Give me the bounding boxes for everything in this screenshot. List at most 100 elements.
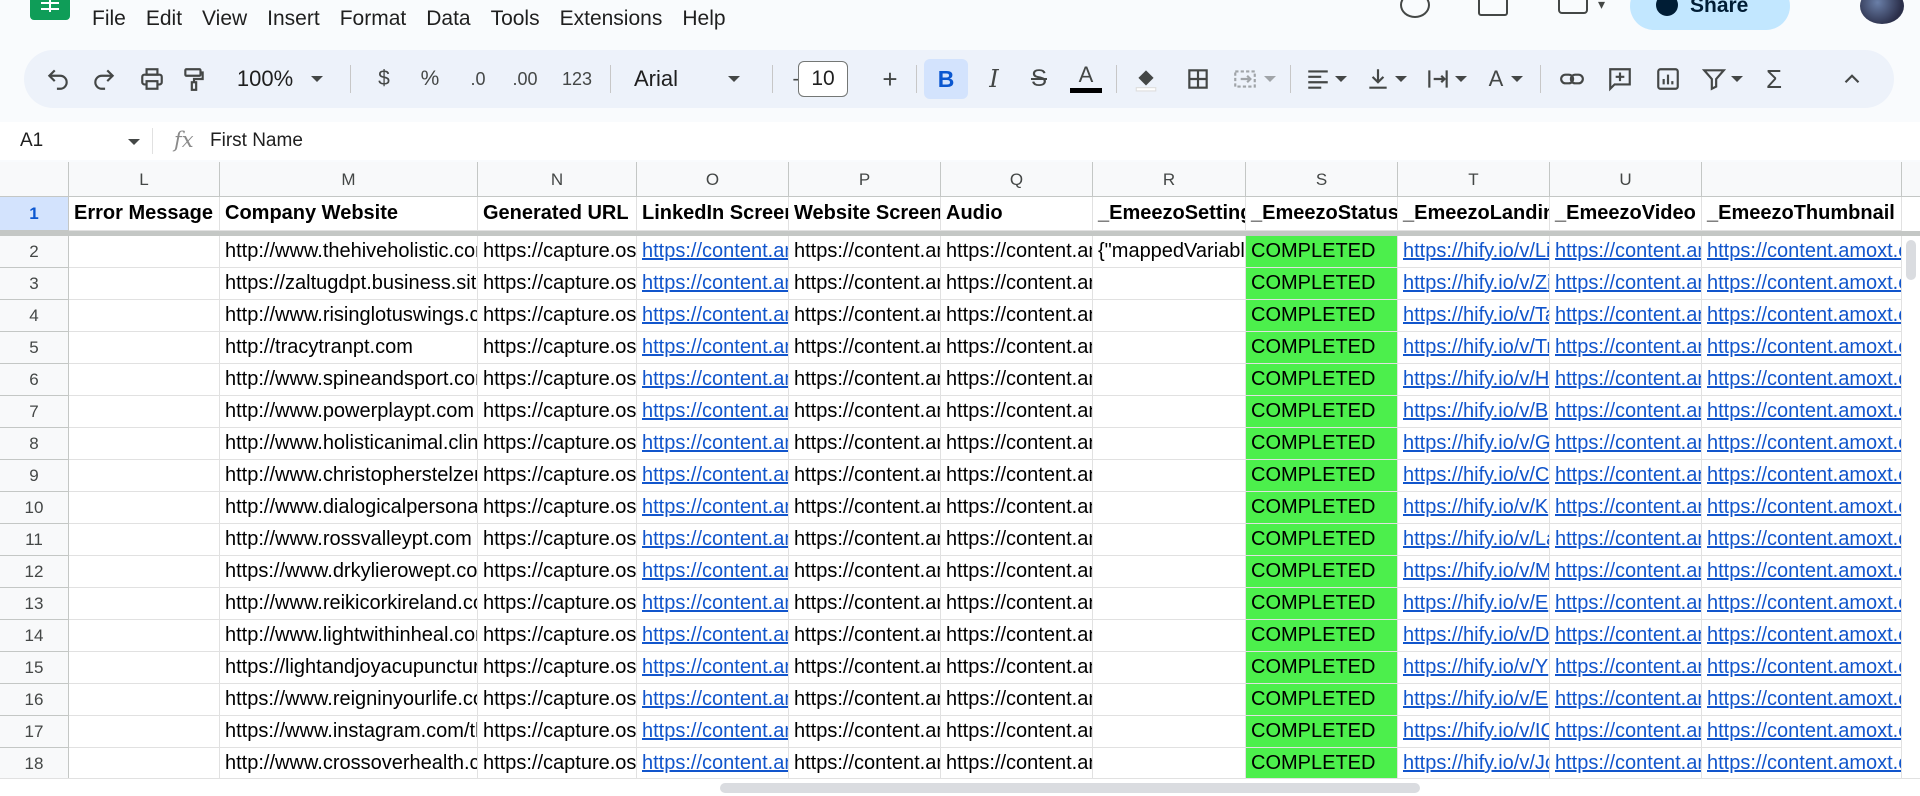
cell-website-shot[interactable]: https://content.an: [789, 748, 941, 780]
italic-icon[interactable]: I: [974, 50, 1014, 108]
cell-settings[interactable]: [1093, 620, 1246, 652]
cell-error-message[interactable]: [69, 364, 220, 396]
cell-thumbnail[interactable]: https://content.amoxt.com: [1702, 492, 1902, 524]
spreadsheet-grid[interactable]: L M N O P Q R S T U 1 2 3 4 5 6 7 8 9 10 11 12 13 14 15 16 17 18 Err…: [0, 162, 1920, 796]
cell-generated[interactable]: https://capture.os: [478, 268, 637, 300]
cell-landing[interactable]: https://hify.io/v/La: [1398, 524, 1550, 556]
column-header-r[interactable]: R: [1093, 162, 1246, 197]
font-size-input[interactable]: 10: [798, 61, 848, 97]
cell-audio[interactable]: https://content.an: [941, 524, 1093, 556]
increase-decimal-button[interactable]: .00: [502, 50, 548, 108]
cell-status[interactable]: COMPLETED: [1246, 652, 1398, 684]
cell-status[interactable]: COMPLETED: [1246, 588, 1398, 620]
cell-linkedin[interactable]: https://content.an: [637, 492, 789, 524]
cell-settings[interactable]: [1093, 396, 1246, 428]
cell-video[interactable]: https://content.an: [1550, 332, 1702, 364]
cell-error-message[interactable]: [69, 428, 220, 460]
cell-error-message[interactable]: [69, 652, 220, 684]
cell-video[interactable]: https://content.an: [1550, 236, 1702, 268]
header-cell[interactable]: _EmeezoVideo: [1550, 197, 1702, 231]
cell-generated[interactable]: https://capture.os: [478, 620, 637, 652]
cell-thumbnail[interactable]: https://content.amoxt.com: [1702, 588, 1902, 620]
insert-comment-icon[interactable]: [1598, 50, 1642, 108]
cell-video[interactable]: https://content.an: [1550, 716, 1702, 748]
cell-thumbnail[interactable]: https://content.amoxt.com: [1702, 684, 1902, 716]
cell-website-shot[interactable]: https://content.an: [789, 620, 941, 652]
horizontal-scrollbar[interactable]: [720, 783, 1420, 793]
row-header-18[interactable]: 18: [0, 748, 69, 780]
cell-video[interactable]: https://content.an: [1550, 460, 1702, 492]
vertical-align-icon[interactable]: [1358, 50, 1414, 108]
cell-thumbnail[interactable]: https://content.amoxt.com: [1702, 716, 1902, 748]
cell-website[interactable]: https://zaltugdpt.business.site: [220, 268, 478, 300]
column-header-m[interactable]: M: [220, 162, 478, 197]
row-header-14[interactable]: 14: [0, 620, 69, 652]
cell-audio[interactable]: https://content.an: [941, 684, 1093, 716]
cell-website-shot[interactable]: https://content.an: [789, 364, 941, 396]
cell-website-shot[interactable]: https://content.an: [789, 268, 941, 300]
menu-help[interactable]: Help: [682, 6, 735, 32]
cell-landing[interactable]: https://hify.io/v/C: [1398, 460, 1550, 492]
collapse-menus-icon[interactable]: [1832, 50, 1872, 108]
text-wrapping-icon[interactable]: [1418, 50, 1474, 108]
row-header-1[interactable]: 1: [0, 197, 69, 231]
cell-status[interactable]: COMPLETED: [1246, 684, 1398, 716]
cell-audio[interactable]: https://content.an: [941, 652, 1093, 684]
more-formats-button[interactable]: 123: [552, 50, 602, 108]
cell-linkedin[interactable]: https://content.an: [637, 364, 789, 396]
cell-audio[interactable]: https://content.an: [941, 716, 1093, 748]
menu-file[interactable]: File: [92, 6, 136, 32]
cell-status[interactable]: COMPLETED: [1246, 236, 1398, 268]
cell-thumbnail[interactable]: https://content.amoxt.com: [1702, 268, 1902, 300]
cell-thumbnail[interactable]: https://content.amoxt.com: [1702, 524, 1902, 556]
row-header-8[interactable]: 8: [0, 428, 69, 460]
cell-settings[interactable]: [1093, 300, 1246, 332]
column-header-p[interactable]: P: [789, 162, 941, 197]
cell-error-message[interactable]: [69, 332, 220, 364]
menu-view[interactable]: View: [202, 6, 257, 32]
cell-status[interactable]: COMPLETED: [1246, 716, 1398, 748]
cell-linkedin[interactable]: https://content.an: [637, 588, 789, 620]
header-cell[interactable]: _EmeezoThumbnail: [1702, 197, 1902, 231]
row-header-9[interactable]: 9: [0, 460, 69, 492]
cell-video[interactable]: https://content.an: [1550, 300, 1702, 332]
cell-status[interactable]: COMPLETED: [1246, 268, 1398, 300]
column-header-next[interactable]: [1702, 162, 1902, 197]
column-header-q[interactable]: Q: [941, 162, 1093, 197]
cell-linkedin[interactable]: https://content.an: [637, 332, 789, 364]
avatar[interactable]: [1860, 0, 1904, 24]
cell-linkedin[interactable]: https://content.an: [637, 556, 789, 588]
meet-dropdown-icon[interactable]: ▾: [1598, 0, 1605, 13]
cell-audio[interactable]: https://content.an: [941, 300, 1093, 332]
cell-audio[interactable]: https://content.an: [941, 492, 1093, 524]
menu-insert[interactable]: Insert: [267, 6, 330, 32]
cell-website[interactable]: http://www.risinglotuswings.com: [220, 300, 478, 332]
cell-generated[interactable]: https://capture.os: [478, 524, 637, 556]
cell-thumbnail[interactable]: https://content.amoxt.com: [1702, 300, 1902, 332]
row-header-6[interactable]: 6: [0, 364, 69, 396]
cell-status[interactable]: COMPLETED: [1246, 332, 1398, 364]
cell-landing[interactable]: https://hify.io/v/Jc: [1398, 748, 1550, 780]
cell-website[interactable]: http://www.crossoverhealth.com: [220, 748, 478, 780]
cell-error-message[interactable]: [69, 620, 220, 652]
cell-thumbnail[interactable]: https://content.amoxt.com: [1702, 748, 1902, 780]
header-cell[interactable]: Company Website: [220, 197, 478, 231]
cell-landing[interactable]: https://hify.io/v/H: [1398, 364, 1550, 396]
cell-settings[interactable]: [1093, 428, 1246, 460]
cell-settings[interactable]: [1093, 492, 1246, 524]
cell-video[interactable]: https://content.an: [1550, 620, 1702, 652]
menu-tools[interactable]: Tools: [491, 6, 550, 32]
cell-status[interactable]: COMPLETED: [1246, 556, 1398, 588]
filter-icon[interactable]: [1694, 50, 1750, 108]
print-icon[interactable]: [132, 50, 172, 108]
font-family-select[interactable]: Arial: [624, 50, 764, 108]
cell-landing[interactable]: https://hify.io/v/Tr: [1398, 332, 1550, 364]
cell-thumbnail[interactable]: https://content.amoxt.com: [1702, 620, 1902, 652]
cell-landing[interactable]: https://hify.io/v/G: [1398, 428, 1550, 460]
cell-generated[interactable]: https://capture.os: [478, 748, 637, 780]
cell-landing[interactable]: https://hify.io/v/B: [1398, 396, 1550, 428]
cell-settings[interactable]: [1093, 332, 1246, 364]
header-cell[interactable]: Generated URL: [478, 197, 637, 231]
cell-landing[interactable]: https://hify.io/v/Li: [1398, 236, 1550, 268]
text-rotation-icon[interactable]: A: [1478, 50, 1534, 108]
